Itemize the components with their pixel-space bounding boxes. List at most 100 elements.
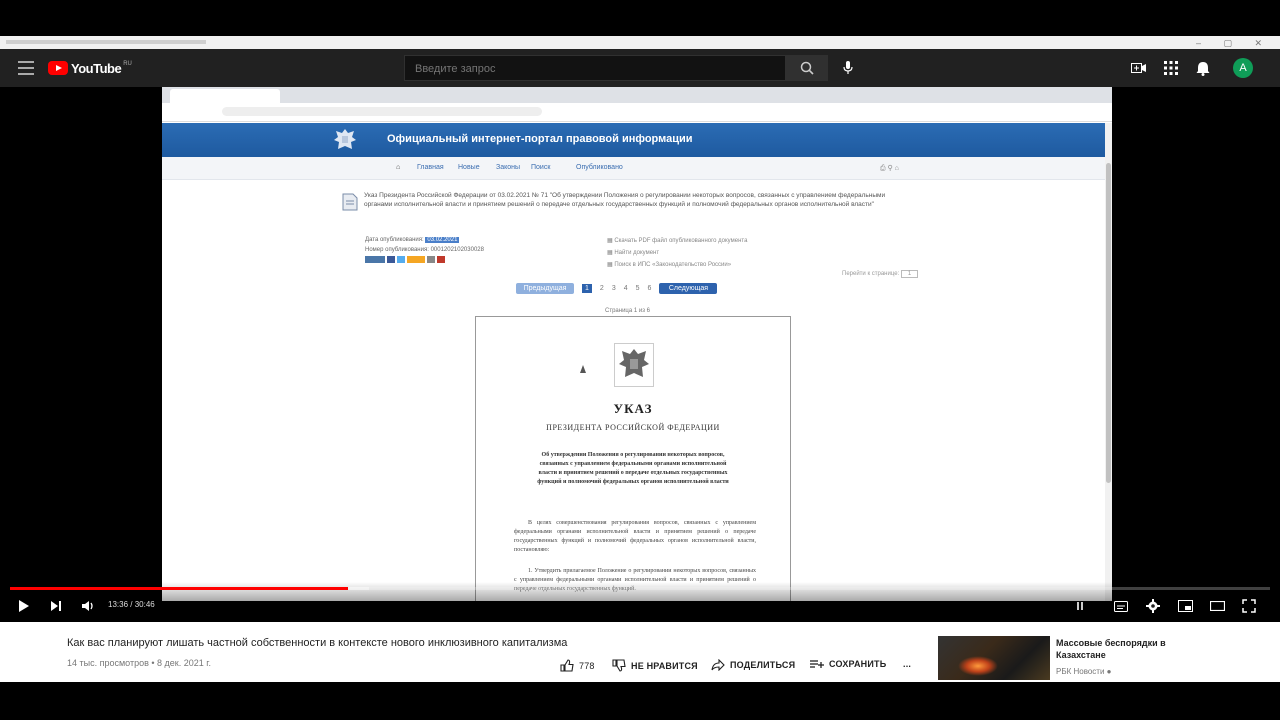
gear-icon <box>1146 599 1160 613</box>
page-4[interactable]: 4 <box>624 285 628 292</box>
logo-text: YouTube <box>71 60 122 76</box>
coat-of-arms-icon <box>614 343 654 387</box>
like-button[interactable]: 778 <box>560 659 595 672</box>
document-subject: Об утверждении Положения о регулировании… <box>537 452 729 485</box>
more-actions-button[interactable]: ... <box>903 659 911 669</box>
time-display: 13:36 / 30:46 <box>108 600 155 609</box>
fullscreen-button[interactable] <box>1240 597 1258 615</box>
avatar[interactable]: A <box>1233 58 1253 78</box>
play-icon <box>19 600 29 612</box>
share-label: ПОДЕЛИТЬСЯ <box>730 660 796 670</box>
embedded-scrollbar-thumb[interactable] <box>1106 163 1111 483</box>
miniplayer-button[interactable] <box>1176 597 1194 615</box>
played-bar <box>10 587 348 590</box>
download-pdf-link[interactable]: ▦ Скачать PDF файл опубликованного докум… <box>607 235 747 247</box>
document-title: Указ Президента Российской Федерации от … <box>364 192 886 208</box>
ips-search-link[interactable]: ▦ Поиск в ИПС «Законодательство России» <box>607 259 747 271</box>
next-video-button[interactable] <box>46 597 66 615</box>
nav-item-laws[interactable]: Законы <box>496 164 520 171</box>
document-subheading: ПРЕЗИДЕНТА РОССИЙСКОЙ ФЕДЕРАЦИИ <box>546 423 720 432</box>
page-jump-select[interactable]: 1 <box>900 270 919 278</box>
dislike-button[interactable]: НЕ НРАВИТСЯ <box>612 659 698 672</box>
nav-tools-icons[interactable]: ⎙ ⚲ ⌂ <box>880 164 899 173</box>
video-title: Как вас планируют лишать частной собстве… <box>67 637 568 649</box>
home-icon[interactable]: ⌂ <box>396 164 400 171</box>
recommended-channel[interactable]: РБК Новости ● <box>1056 667 1112 676</box>
voice-search-button[interactable] <box>838 57 858 79</box>
recommended-title[interactable]: Массовые беспорядки в Казахстане <box>1056 637 1206 661</box>
document-icon <box>342 193 358 211</box>
thumbs-down-icon <box>612 659 626 672</box>
embedded-url-bar <box>162 103 1112 122</box>
vk-icon[interactable] <box>365 256 385 263</box>
microphone-icon <box>843 61 853 74</box>
youtube-play-logo-icon <box>48 61 68 75</box>
date-value: 03.02.2021 <box>425 237 460 243</box>
share-arrow-icon <box>711 659 725 671</box>
autoplay-toggle[interactable] <box>1072 597 1088 615</box>
video-player[interactable]: Официальный интернет-портал правовой инф… <box>0 87 1280 622</box>
search-button[interactable] <box>786 55 828 81</box>
twitter-icon[interactable] <box>397 256 405 263</box>
share-button[interactable]: ПОДЕЛИТЬСЯ <box>711 659 795 671</box>
share-icons[interactable] <box>365 256 484 263</box>
dislike-label: НЕ НРАВИТСЯ <box>631 660 698 671</box>
page-3[interactable]: 3 <box>612 285 616 292</box>
search-box <box>404 55 786 82</box>
page-2[interactable]: 2 <box>600 285 604 292</box>
document-page: УКАЗ ПРЕЗИДЕНТА РОССИЙСКОЙ ФЕДЕРАЦИИ Об … <box>475 316 791 601</box>
find-document-link[interactable]: ▦ Найти документ <box>607 247 747 259</box>
bell-icon <box>1196 61 1210 76</box>
menu-icon[interactable] <box>18 61 34 75</box>
create-video-button[interactable] <box>1130 59 1148 77</box>
volume-icon <box>82 601 93 611</box>
recommended-channel-name: РБК Новости <box>1056 667 1105 676</box>
settings-button[interactable] <box>1144 597 1162 615</box>
embedded-scrollbar[interactable] <box>1105 123 1112 601</box>
number-label: Номер опубликования: <box>365 247 429 253</box>
page-1[interactable]: 1 <box>582 284 592 293</box>
document-meta: Дата опубликования: 03.02.2021 Номер опу… <box>365 235 484 263</box>
date-label: Дата опубликования: <box>365 237 424 243</box>
apps-button[interactable] <box>1162 59 1180 77</box>
google-plus-icon[interactable] <box>437 256 445 263</box>
page-5[interactable]: 5 <box>636 285 640 292</box>
browser-tab-line <box>6 40 206 44</box>
nav-item-main[interactable]: Главная <box>417 164 444 171</box>
youtube-logo[interactable]: YouTube RU <box>48 59 132 77</box>
save-button[interactable]: СОХРАНИТЬ <box>810 659 886 669</box>
search-icon <box>800 61 814 75</box>
window-controls[interactable]: – ▢ ✕ <box>1196 38 1272 49</box>
progress-bar[interactable] <box>10 587 1270 590</box>
portal-title: Официальный интернет-портал правовой инф… <box>387 133 693 145</box>
video-info: Как вас планируют лишать частной собстве… <box>0 622 1280 682</box>
notifications-button[interactable] <box>1194 59 1212 77</box>
save-label: СОХРАНИТЬ <box>829 659 887 669</box>
pager: Предыдущая 1 2 3 4 5 6 Следующая <box>516 283 718 294</box>
mail-icon[interactable] <box>427 256 435 263</box>
nav-item-published[interactable]: Опубликовано <box>576 164 623 171</box>
mute-button[interactable] <box>78 597 98 615</box>
embedded-browser-tabs <box>162 87 1112 103</box>
previous-page-button[interactable]: Предыдущая <box>516 283 574 294</box>
page-jump-label: Перейти к странице: <box>842 271 900 277</box>
facebook-icon[interactable] <box>387 256 395 263</box>
more-icon: ... <box>903 659 912 669</box>
time-current: 13:36 <box>108 600 129 609</box>
search-input[interactable] <box>405 56 777 82</box>
theater-mode-button[interactable] <box>1208 597 1226 615</box>
subtitles-button[interactable] <box>1112 597 1130 615</box>
skip-next-icon <box>51 601 61 611</box>
eagle-emblem-icon <box>334 129 356 149</box>
page-jump: Перейти к странице: 1 <box>842 270 919 278</box>
ok-icon[interactable] <box>407 256 425 263</box>
recommended-thumbnail[interactable] <box>938 636 1050 680</box>
page-6[interactable]: 6 <box>648 285 652 292</box>
nav-item-new[interactable]: Новые <box>458 164 480 171</box>
nav-item-search[interactable]: Поиск <box>531 164 550 171</box>
video-camera-plus-icon <box>1131 63 1146 73</box>
play-button[interactable] <box>14 597 34 615</box>
next-page-button[interactable]: Следующая <box>659 283 718 294</box>
miniplayer-icon <box>1177 600 1193 612</box>
thumbnail-fire-image <box>958 656 998 676</box>
